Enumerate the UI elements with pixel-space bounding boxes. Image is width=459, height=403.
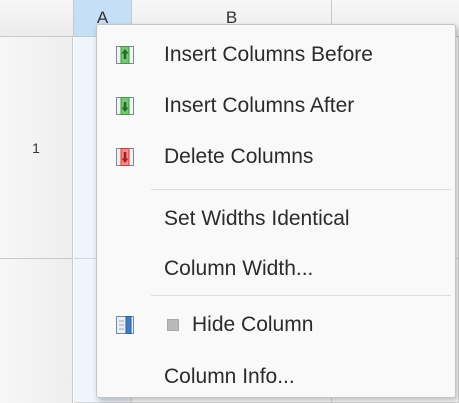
menu-item-column-width[interactable]: Column Width... (97, 244, 455, 294)
menu-item-set-widths-identical[interactable]: Set Widths Identical (97, 194, 455, 244)
menu-item-label: Column Width... (164, 257, 314, 280)
row-header-2[interactable] (0, 259, 73, 403)
menu-item-column-info[interactable]: Column Info... (97, 352, 455, 402)
menu-separator (151, 189, 451, 190)
delete-columns-icon (115, 147, 135, 167)
menu-item-label: Column Info... (164, 365, 295, 388)
menu-item-label: Insert Columns After (164, 94, 355, 117)
hide-column-checkbox[interactable] (167, 319, 179, 331)
select-all-corner[interactable] (0, 0, 74, 36)
menu-item-label: Insert Columns Before (164, 43, 373, 66)
menu-item-delete-columns[interactable]: Delete Columns (97, 132, 455, 182)
menu-item-insert-columns-before[interactable]: Insert Columns Before (97, 30, 455, 80)
menu-item-label: Delete Columns (164, 145, 314, 168)
menu-separator (151, 295, 451, 296)
menu-item-label: Hide Column (192, 313, 314, 336)
menu-item-label: Set Widths Identical (164, 207, 350, 230)
column-context-menu: Insert Columns Before Insert Columns Aft… (96, 24, 456, 398)
insert-columns-before-icon (115, 45, 135, 65)
menu-item-insert-columns-after[interactable]: Insert Columns After (97, 81, 455, 131)
row-header-1[interactable]: 1 (0, 37, 73, 259)
insert-columns-after-icon (115, 96, 135, 116)
menu-item-hide-column[interactable]: Hide Column (97, 300, 455, 350)
hide-column-icon (115, 315, 135, 335)
